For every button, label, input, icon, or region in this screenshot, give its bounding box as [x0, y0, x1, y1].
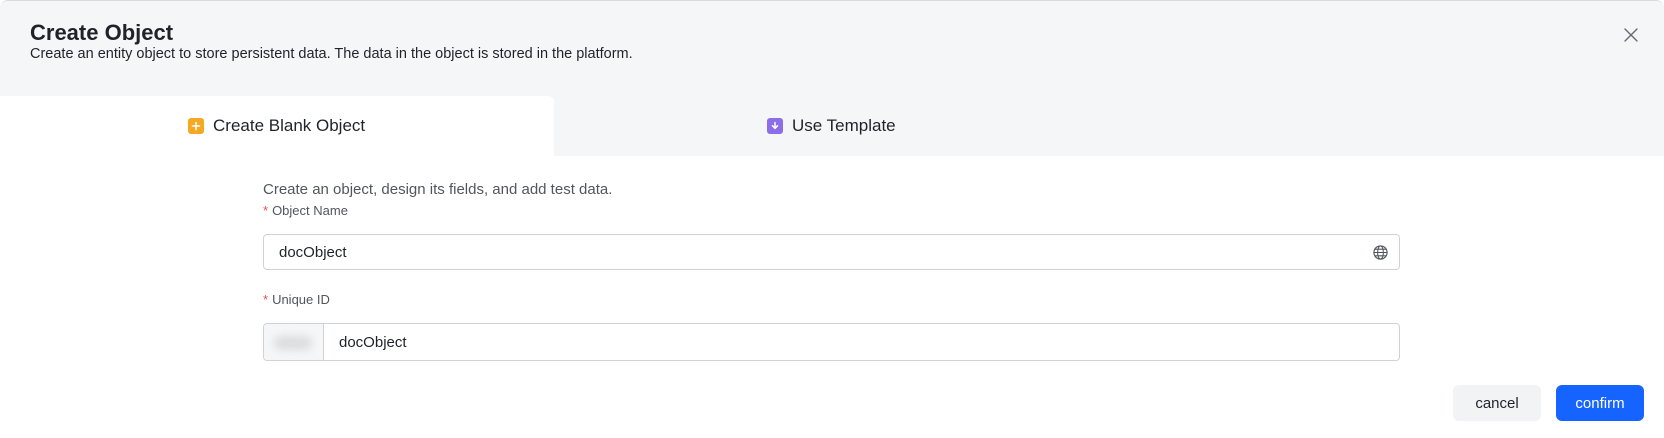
download-square-icon [767, 118, 783, 134]
unique-id-label-text: Unique ID [272, 292, 330, 307]
tab-use-template-content: Use Template [767, 96, 896, 156]
cancel-button[interactable]: cancel [1453, 385, 1541, 421]
blurred-prefix [274, 336, 312, 350]
tab-label: Create Blank Object [213, 116, 366, 135]
close-button[interactable] [1617, 21, 1645, 49]
object-name-label: * Object Name [263, 203, 348, 218]
tab-bar: Create Blank Object Use Template [0, 96, 1664, 156]
required-mark: * [263, 292, 269, 307]
required-mark: * [263, 203, 269, 218]
dialog-header: Create Object Create an entity object to… [0, 1, 1664, 96]
unique-id-value: docObject [339, 333, 407, 351]
tab-create-blank-object[interactable]: Create Blank Object [0, 96, 554, 156]
object-name-input[interactable]: docObject [263, 234, 1400, 270]
dialog-subtitle: Create an entity object to store persist… [30, 46, 633, 62]
unique-id-prefix [264, 324, 324, 360]
confirm-button[interactable]: confirm [1556, 385, 1644, 421]
unique-id-label: * Unique ID [263, 292, 330, 307]
object-name-label-text: Object Name [272, 203, 348, 218]
form-description: Create an object, design its fields, and… [263, 181, 613, 198]
create-object-dialog: Create Object Create an entity object to… [0, 0, 1664, 438]
unique-id-input[interactable]: docObject [263, 323, 1400, 361]
plus-square-icon [188, 118, 204, 134]
object-name-value: docObject [279, 243, 347, 261]
globe-icon[interactable] [1372, 244, 1389, 261]
tab-use-template[interactable]: Use Template [554, 96, 1664, 156]
tab-label: Use Template [792, 116, 896, 135]
tab-create-blank-object-content: Create Blank Object [188, 96, 365, 156]
close-icon [1624, 28, 1638, 42]
dialog-title: Create Object [30, 20, 174, 45]
